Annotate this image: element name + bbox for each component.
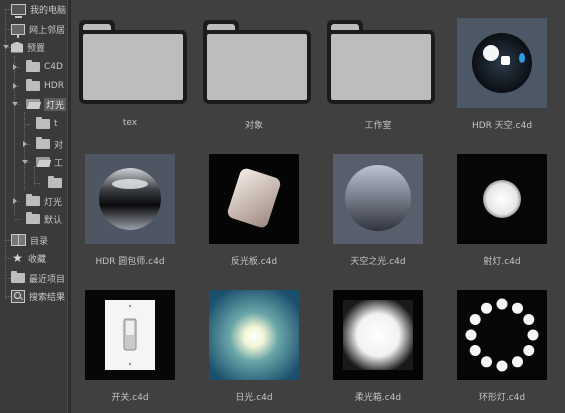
sidebar-item-label: 最近项目 [29, 274, 66, 285]
folder-icon [26, 79, 40, 91]
sidebar-item-label: t [54, 119, 58, 129]
grid-item-label: 柔光箱.c4d [354, 393, 402, 403]
sidebar-item-recent[interactable]: 最近项目 [11, 269, 65, 287]
sunlight-thumbnail [209, 290, 299, 380]
grid-item-label: 日光.c4d [235, 393, 273, 403]
search-icon [11, 289, 25, 303]
grid-item-ring-light[interactable]: 环形灯.c4d [442, 272, 562, 406]
grid-item-switch[interactable]: 开关.c4d [70, 272, 190, 406]
spotlight-thumbnail [457, 154, 547, 244]
sidebar-item-hdr[interactable]: HDR [26, 77, 64, 95]
sidebar-item-label: 我的电脑 [30, 5, 67, 16]
box-icon [11, 41, 23, 53]
sidebar-tree: 我的电脑 网上邻居 预置 C4D HDR 灯光 t 对 工 灯光 默认 目录 ★… [0, 0, 67, 413]
grid-item-label: 环形灯.c4d [478, 393, 526, 403]
sidebar-item-favorites[interactable]: ★ 收藏 [11, 249, 46, 267]
grid-item-label: 工作室 [364, 121, 392, 131]
grid-item-label: HDR 圆包师.c4d [95, 257, 165, 267]
star-icon: ★ [12, 251, 23, 265]
grid-item-label: tex [122, 118, 138, 128]
folder-open-icon [36, 157, 50, 167]
folder-open-icon [26, 99, 40, 109]
expand-arrow-icon[interactable] [23, 141, 27, 147]
collapse-arrow-icon[interactable] [22, 160, 28, 164]
sidebar-item-label: 网上邻居 [29, 25, 66, 36]
softbox-thumbnail [333, 290, 423, 380]
sidebar-item-label: 默认 [44, 215, 63, 226]
sidebar-item-label: 工 [54, 158, 64, 169]
sidebar-item-label: HDR [44, 81, 64, 91]
reflector-thumbnail [209, 154, 299, 244]
grid-item-spotlight[interactable]: 射灯.c4d [442, 136, 562, 270]
expand-arrow-icon[interactable] [13, 83, 17, 89]
expand-arrow-icon[interactable] [13, 64, 17, 70]
grid-item-hdr-sphere[interactable]: HDR 圆包师.c4d [70, 136, 190, 270]
grid-item-label: 开关.c4d [111, 393, 149, 403]
grid-item-hdr-sky[interactable]: HDR 天空.c4d [442, 0, 562, 134]
sidebar-item-my-computer[interactable]: 我的电脑 [11, 0, 66, 18]
grid-item-label: 反光板.c4d [230, 257, 278, 267]
collapse-arrow-icon[interactable] [12, 102, 18, 106]
hdr-sky-thumbnail [457, 18, 547, 108]
sidebar-item-label: 目录 [30, 236, 49, 247]
sky-light-thumbnail [333, 154, 423, 244]
folder-icon [203, 20, 311, 104]
sidebar-item-tex[interactable]: t [36, 115, 58, 133]
folder-icon [327, 20, 435, 104]
ring-light-thumbnail [457, 290, 547, 380]
collapse-arrow-icon[interactable] [3, 45, 9, 49]
grid-item-reflector[interactable]: 反光板.c4d [194, 136, 314, 270]
sidebar-item-catalog[interactable]: 目录 [11, 231, 48, 249]
expand-arrow-icon[interactable] [13, 198, 17, 204]
monitor-icon [11, 3, 26, 18]
sidebar-item-studio[interactable]: 工 [36, 153, 63, 171]
grid-item-sunlight[interactable]: 日光.c4d [194, 272, 314, 406]
sidebar-item-label: 收藏 [28, 254, 47, 265]
folder-icon [36, 137, 50, 149]
grid-item-label: 对象 [244, 121, 263, 131]
network-drive-icon [11, 23, 25, 38]
grid-item-sky-light[interactable]: 天空之光.c4d [318, 136, 438, 270]
folder-icon [11, 271, 25, 283]
sidebar-item-label: 搜索结果 [29, 292, 66, 303]
sidebar-item-default[interactable]: 默认 [26, 210, 62, 228]
content-grid: tex 对象 工作室 HDR 天空.c4d HDR 圆包师.c4d 反光板.c4… [70, 0, 565, 413]
sidebar-item-presets[interactable]: 预置 [11, 38, 45, 56]
sidebar-item-search-results[interactable]: 搜索结果 [11, 287, 65, 305]
sidebar-item-label: 灯光 [44, 197, 63, 208]
folder-icon [79, 20, 187, 104]
grid-item-label: 天空之光.c4d [350, 257, 406, 267]
hdr-sphere-thumbnail [85, 154, 175, 244]
folder-icon [26, 194, 40, 206]
sidebar-item-label: 预置 [27, 43, 46, 54]
grid-item-softbox[interactable]: 柔光箱.c4d [318, 272, 438, 406]
grid-item-objects[interactable]: 对象 [194, 0, 314, 134]
book-icon [11, 234, 26, 246]
folder-icon [36, 117, 50, 129]
grid-item-label: HDR 天空.c4d [471, 121, 533, 131]
sidebar-item-label: 对 [54, 140, 64, 151]
sidebar-item-lights-2[interactable]: 灯光 [26, 192, 62, 210]
sidebar-item-objects[interactable]: 对 [36, 135, 63, 153]
sidebar-item-lights[interactable]: 灯光 [26, 95, 67, 113]
folder-icon [26, 212, 40, 224]
switch-thumbnail [85, 290, 175, 380]
sidebar-item-subfolder[interactable] [48, 174, 66, 192]
grid-item-studio[interactable]: 工作室 [318, 0, 438, 134]
grid-item-tex[interactable]: tex [70, 0, 190, 134]
sidebar-item-label: 灯光 [44, 97, 67, 111]
folder-icon [48, 176, 62, 188]
sidebar-item-c4d[interactable]: C4D [26, 58, 63, 76]
sidebar-item-network[interactable]: 网上邻居 [11, 20, 65, 38]
folder-icon [26, 60, 40, 72]
sidebar-item-label: C4D [44, 62, 63, 72]
grid-item-label: 射灯.c4d [483, 257, 521, 267]
